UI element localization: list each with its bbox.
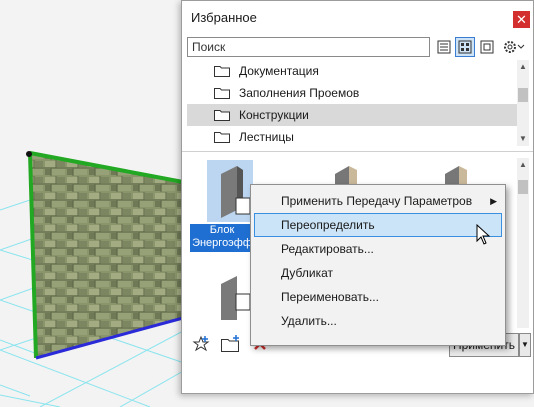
thumbnail-view-icon xyxy=(458,40,472,54)
menu-item-apply-transfer[interactable]: Применить Передачу Параметров ▶ xyxy=(251,189,505,213)
menu-item-label: Применить Передачу Параметров xyxy=(281,194,473,208)
search-input[interactable] xyxy=(187,37,430,57)
scroll-thumb[interactable] xyxy=(518,180,528,194)
favorite-item-label: Блок Энергоэфф xyxy=(190,224,254,252)
menu-item-delete[interactable]: Удалить... xyxy=(251,309,505,333)
menu-item-rename[interactable]: Переименовать... xyxy=(251,285,505,309)
wall-thumbnail-icon xyxy=(221,166,251,218)
scroll-up-icon[interactable]: ▲ xyxy=(519,160,527,169)
submenu-arrow-icon: ▶ xyxy=(490,196,497,206)
grid-scrollbar[interactable]: ▲ xyxy=(517,158,529,328)
scroll-up-icon[interactable]: ▲ xyxy=(519,62,527,71)
preview-view-icon xyxy=(480,40,494,54)
tree-item-constructions[interactable]: Конструкции xyxy=(187,104,517,126)
scroll-thumb[interactable] xyxy=(518,88,528,102)
menu-item-edit[interactable]: Редактировать... xyxy=(251,237,505,261)
scroll-down-icon[interactable]: ▼ xyxy=(519,134,527,143)
new-folder-button[interactable] xyxy=(220,334,242,357)
wall-thumbnail-icon xyxy=(221,276,251,320)
favorite-item-wall[interactable] xyxy=(207,160,253,222)
menu-item-label: Переопределить xyxy=(281,218,375,232)
folder-add-icon xyxy=(221,335,239,352)
settings-button[interactable] xyxy=(500,37,526,57)
folder-icon xyxy=(214,132,230,143)
menu-item-label: Удалить... xyxy=(281,314,337,328)
preview-view-button[interactable] xyxy=(477,37,497,57)
divider xyxy=(182,151,533,152)
list-view-button[interactable] xyxy=(434,37,454,57)
menu-item-redefine[interactable]: Переопределить xyxy=(254,213,502,237)
tree-item-stairs[interactable]: Лестницы xyxy=(187,126,517,146)
folder-tree: Документация Заполнения Проемов Конструк… xyxy=(187,60,517,146)
tree-item-label: Лестницы xyxy=(239,130,294,144)
menu-item-label: Редактировать... xyxy=(281,242,374,256)
menu-item-duplicate[interactable]: Дубликат xyxy=(251,261,505,285)
apply-dropdown-button[interactable]: ▼ xyxy=(519,333,531,357)
context-menu: Применить Передачу Параметров ▶ Переопре… xyxy=(250,184,506,346)
favorite-item-4[interactable] xyxy=(207,270,253,320)
tree-item-openings[interactable]: Заполнения Проемов xyxy=(187,82,517,104)
folder-icon xyxy=(214,66,230,77)
folder-icon xyxy=(214,88,230,99)
gear-icon xyxy=(504,41,525,53)
close-button[interactable]: ✕ xyxy=(513,11,530,28)
close-icon: ✕ xyxy=(516,12,527,27)
tree-item-documentation[interactable]: Документация xyxy=(187,60,517,82)
panel-titlebar[interactable]: Избранное ✕ xyxy=(182,1,533,33)
mouse-cursor-icon xyxy=(476,224,491,245)
star-add-icon xyxy=(192,335,210,352)
tree-item-label: Документация xyxy=(239,64,319,78)
menu-item-label: Дубликат xyxy=(281,266,333,280)
menu-item-label: Переименовать... xyxy=(281,290,379,304)
tree-item-label: Заполнения Проемов xyxy=(239,86,360,100)
panel-title: Избранное xyxy=(191,10,257,25)
tree-item-label: Конструкции xyxy=(239,108,309,122)
thumbnail-view-button[interactable] xyxy=(455,37,475,57)
tree-scrollbar[interactable]: ▲ ▼ xyxy=(517,60,529,146)
folder-icon xyxy=(214,110,230,121)
list-view-icon xyxy=(437,40,451,54)
add-favorite-button[interactable] xyxy=(191,334,211,357)
chevron-down-icon: ▼ xyxy=(521,340,529,349)
